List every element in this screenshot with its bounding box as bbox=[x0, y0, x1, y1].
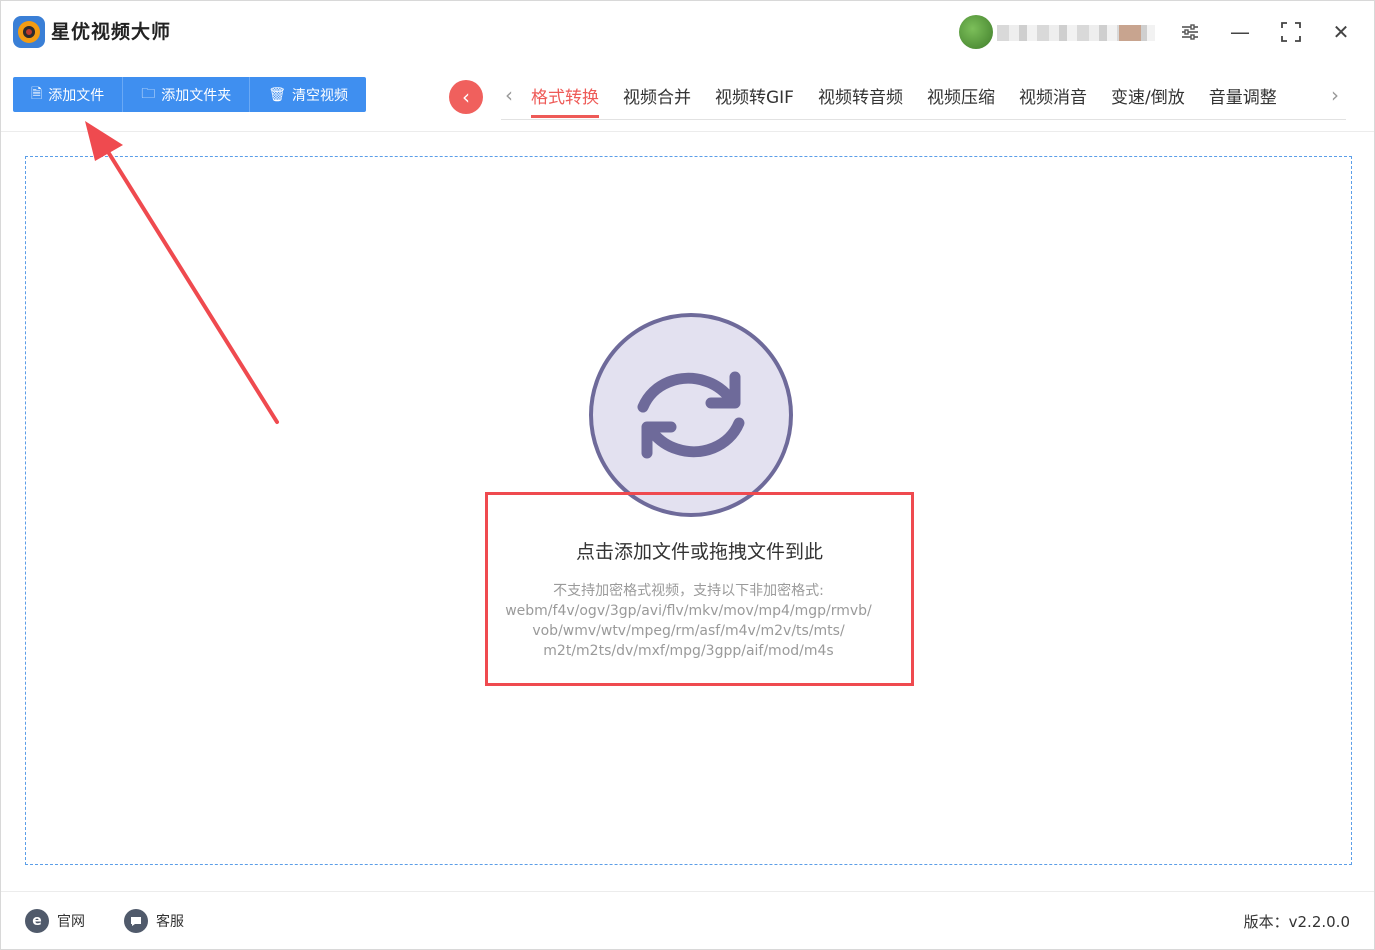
feature-tabs: ‹ 格式转换 视频合并 视频转GIF 视频转音频 视频压缩 视频消音 变速/倒放… bbox=[501, 73, 1346, 120]
settings-sliders-icon[interactable] bbox=[1177, 19, 1203, 45]
file-toolbar: 🗎 添加文件 🗀 添加文件夹 🗑 清空视频 bbox=[13, 77, 367, 112]
customer-service-link[interactable]: 客服 bbox=[124, 909, 184, 933]
app-title: 星优视频大师 bbox=[51, 21, 172, 43]
folder-icon: 🗀 bbox=[141, 85, 156, 102]
trash-icon: 🗑 bbox=[268, 86, 287, 103]
add-folder-label: 添加文件夹 bbox=[161, 87, 232, 104]
back-button[interactable]: ‹ bbox=[449, 80, 483, 114]
supported-formats-text: 不支持加密格式视频，支持以下非加密格式: webm/f4v/ogv/3gp/av… bbox=[471, 581, 906, 661]
tab-video-to-audio[interactable]: 视频转音频 bbox=[818, 83, 903, 118]
official-website-label: 官网 bbox=[57, 914, 85, 930]
user-name-blurred bbox=[997, 25, 1155, 41]
tab-list: 格式转换 视频合并 视频转GIF 视频转音频 视频压缩 视频消音 变速/倒放 音… bbox=[531, 83, 1301, 118]
app-logo-icon bbox=[13, 16, 45, 48]
sliders-icon bbox=[1182, 24, 1198, 40]
user-account[interactable] bbox=[959, 15, 1159, 49]
tabs-prev-arrow-icon[interactable]: ‹ bbox=[505, 83, 513, 107]
customer-service-label: 客服 bbox=[156, 914, 184, 930]
formats-line: m2t/m2ts/dv/mxf/mpg/3gpp/aif/mod/m4s bbox=[543, 643, 834, 659]
close-button[interactable]: ✕ bbox=[1328, 19, 1354, 45]
maximize-button[interactable] bbox=[1278, 19, 1304, 45]
browser-e-icon: e bbox=[25, 909, 49, 933]
title-bar: 星优视频大师 — ✕ bbox=[1, 1, 1374, 63]
tab-volume-adjust[interactable]: 音量调整 bbox=[1209, 83, 1277, 118]
tab-video-to-gif[interactable]: 视频转GIF bbox=[715, 83, 794, 118]
file-icon: 🗎 bbox=[31, 85, 43, 102]
app-window: 星优视频大师 — ✕ 🗎 添加文件 🗀 添加文件夹 🗑 清空视频 ‹ ‹ 格式转… bbox=[0, 0, 1375, 950]
tab-video-merge[interactable]: 视频合并 bbox=[623, 83, 691, 118]
clear-videos-label: 清空视频 bbox=[292, 87, 349, 104]
tab-speed-reverse[interactable]: 变速/倒放 bbox=[1111, 83, 1185, 118]
add-file-button[interactable]: 🗎 添加文件 bbox=[13, 77, 124, 112]
tabs-next-arrow-icon[interactable]: › bbox=[1331, 83, 1339, 107]
drop-zone-title: 点击添加文件或拖拽文件到此 bbox=[575, 541, 823, 563]
header-divider bbox=[1, 131, 1374, 132]
tab-video-compress[interactable]: 视频压缩 bbox=[927, 83, 995, 118]
official-website-link[interactable]: e 官网 bbox=[25, 909, 85, 933]
convert-refresh-icon[interactable] bbox=[589, 313, 793, 517]
user-avatar[interactable] bbox=[959, 15, 993, 49]
maximize-icon bbox=[1281, 22, 1301, 42]
tab-video-mute[interactable]: 视频消音 bbox=[1019, 83, 1087, 118]
chat-bubble-icon bbox=[124, 909, 148, 933]
version-label: 版本：v2.2.0.0 bbox=[1243, 913, 1350, 931]
formats-line: 不支持加密格式视频，支持以下非加密格式: bbox=[553, 583, 824, 599]
refresh-arrows-icon bbox=[637, 371, 745, 459]
minimize-button[interactable]: — bbox=[1227, 19, 1253, 45]
formats-line: webm/f4v/ogv/3gp/avi/flv/mkv/mov/mp4/mgp… bbox=[505, 603, 872, 619]
add-file-label: 添加文件 bbox=[48, 87, 105, 104]
tab-format-convert[interactable]: 格式转换 bbox=[531, 83, 599, 118]
clear-videos-button[interactable]: 🗑 清空视频 bbox=[250, 77, 366, 112]
formats-line: vob/wmv/wtv/mpeg/rm/asf/m4v/m2v/ts/mts/ bbox=[532, 623, 845, 639]
add-folder-button[interactable]: 🗀 添加文件夹 bbox=[123, 77, 251, 112]
footer-divider bbox=[1, 891, 1374, 892]
